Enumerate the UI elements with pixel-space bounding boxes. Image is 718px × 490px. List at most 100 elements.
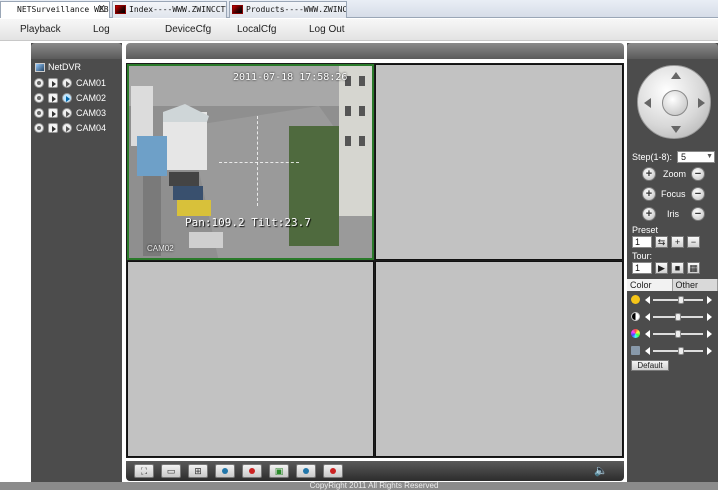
slider-thumb[interactable] — [675, 313, 681, 321]
tab-color[interactable]: Color — [627, 279, 673, 291]
iris-open-button[interactable]: + — [642, 207, 656, 221]
play-icon[interactable] — [48, 108, 58, 118]
play-icon[interactable] — [48, 78, 58, 88]
video-cell-4[interactable] — [375, 261, 623, 457]
preview-icon[interactable] — [62, 78, 72, 88]
focus-far-button[interactable]: − — [691, 187, 705, 201]
record-icon[interactable] — [34, 123, 44, 133]
close-video-icon — [249, 468, 255, 474]
video-cell-2[interactable] — [375, 64, 623, 260]
record-icon[interactable] — [34, 78, 44, 88]
tree-root-netdvr[interactable]: NetDVR — [35, 62, 81, 72]
zoom-out-button[interactable]: − — [691, 167, 705, 181]
ptz-left-icon[interactable] — [644, 98, 651, 108]
preview-icon[interactable] — [62, 93, 72, 103]
decrease-arrow-icon[interactable] — [645, 313, 650, 321]
contrast-icon — [631, 312, 640, 321]
tour-stop-button[interactable]: ■ — [671, 262, 684, 274]
browser-tab-strip: NETSurveillance WEB X Index----WWW.ZWINC… — [0, 0, 718, 18]
tree-item-cam01[interactable]: CAM01 — [34, 77, 106, 89]
browser-tab-netsurveillance[interactable]: NETSurveillance WEB X — [0, 1, 110, 18]
video-panel-header — [126, 43, 624, 59]
increase-arrow-icon[interactable] — [707, 347, 712, 355]
preview-icon[interactable] — [62, 108, 72, 118]
close-all-button[interactable] — [242, 464, 262, 478]
menu-localcfg[interactable]: LocalCfg — [237, 24, 276, 35]
increase-arrow-icon[interactable] — [707, 330, 712, 338]
saturation-slider[interactable] — [631, 328, 715, 340]
tab-other[interactable]: Other — [673, 279, 718, 291]
default-button[interactable]: Default — [631, 360, 669, 371]
zoom-in-button[interactable]: + — [642, 167, 656, 181]
menu-playback[interactable]: Playback — [20, 24, 61, 35]
video-cell-1[interactable]: 2011-07-18 17:58:26 Pan:109.2 Tilt:23.7 … — [127, 64, 374, 260]
camera-label: CAM02 — [76, 93, 107, 103]
layout-1-button[interactable]: ▭ — [161, 464, 181, 478]
hue-slider[interactable] — [631, 345, 715, 357]
record-icon[interactable] — [34, 108, 44, 118]
ptz-auto-button[interactable] — [662, 90, 688, 116]
stop-record-button[interactable] — [323, 464, 343, 478]
main-menu: Playback Log DeviceCfg LocalCfg Log Out — [0, 19, 718, 41]
play-icon[interactable] — [48, 93, 58, 103]
layout-4-button[interactable]: ⊞ — [188, 464, 208, 478]
brightness-slider[interactable] — [631, 294, 715, 306]
menu-logout[interactable]: Log Out — [309, 24, 345, 35]
hue-icon — [631, 346, 640, 355]
menu-devicecfg[interactable]: DeviceCfg — [165, 24, 211, 35]
preset-goto-button[interactable]: ⇆ — [655, 236, 668, 248]
step-label: Step(1-8): — [632, 152, 673, 162]
iris-close-button[interactable]: − — [691, 207, 705, 221]
browser-tab-label: Products----WWW.ZWINCC... — [246, 5, 347, 14]
dvr-device-icon — [35, 62, 45, 72]
ptz-direction-pad[interactable] — [637, 65, 711, 139]
tour-start-button[interactable]: ▶ — [655, 262, 668, 274]
ptz-right-icon[interactable] — [698, 98, 705, 108]
snapshot-button[interactable]: ▣ — [269, 464, 289, 478]
browser-tab-label: Index----WWW.ZWINCCTV.... — [129, 5, 226, 14]
preset-delete-button[interactable]: − — [687, 236, 700, 248]
play-icon[interactable] — [48, 123, 58, 133]
open-all-button[interactable] — [215, 464, 235, 478]
single-view-icon: ▭ — [166, 465, 176, 476]
preview-icon[interactable] — [62, 123, 72, 133]
speaker-mute-icon[interactable]: 🔈 — [594, 464, 610, 478]
zoom-label: Zoom — [663, 169, 687, 179]
decrease-arrow-icon[interactable] — [645, 330, 650, 338]
tour-config-button[interactable]: ▦ — [687, 262, 700, 274]
increase-arrow-icon[interactable] — [707, 296, 712, 304]
step-select[interactable]: 5 — [677, 151, 715, 163]
video-grid: 2011-07-18 17:58:26 Pan:109.2 Tilt:23.7 … — [126, 63, 624, 458]
ptz-up-icon[interactable] — [671, 72, 681, 79]
tree-item-cam02[interactable]: CAM02 — [34, 92, 106, 104]
camera-label: CAM04 — [76, 123, 107, 133]
fullscreen-button[interactable]: ⛶ — [134, 464, 154, 478]
tree-item-cam03[interactable]: CAM03 — [34, 107, 106, 119]
decrease-arrow-icon[interactable] — [645, 296, 650, 304]
increase-arrow-icon[interactable] — [707, 313, 712, 321]
record-all-button[interactable] — [296, 464, 316, 478]
picture-icon: ▣ — [274, 465, 284, 476]
browser-tab-index[interactable]: Index----WWW.ZWINCCTV.... — [112, 1, 227, 18]
contrast-slider[interactable] — [631, 311, 715, 323]
video-cell-3[interactable] — [127, 261, 374, 457]
record-icon[interactable] — [34, 93, 44, 103]
slider-thumb[interactable] — [677, 296, 684, 304]
crosshair-horizontal — [219, 162, 299, 163]
preset-input[interactable]: 1 — [632, 236, 652, 248]
preset-add-button[interactable]: + — [671, 236, 684, 248]
favicon-icon — [115, 5, 126, 14]
tour-input[interactable]: 1 — [632, 262, 652, 274]
ptz-down-icon[interactable] — [671, 126, 681, 133]
browser-tab-products[interactable]: Products----WWW.ZWINCC... — [229, 1, 347, 18]
menu-log[interactable]: Log — [93, 24, 110, 35]
focus-near-button[interactable]: + — [642, 187, 656, 201]
copyright-footer: CopyRight 2011 All Rights Reserved — [0, 482, 718, 490]
decrease-arrow-icon[interactable] — [645, 347, 650, 355]
saturation-icon — [631, 329, 640, 338]
slider-thumb[interactable] — [677, 347, 684, 355]
close-icon[interactable]: X — [98, 2, 105, 17]
slider-thumb[interactable] — [675, 330, 681, 338]
camera-label: CAM03 — [76, 108, 107, 118]
tree-item-cam04[interactable]: CAM04 — [34, 122, 106, 134]
